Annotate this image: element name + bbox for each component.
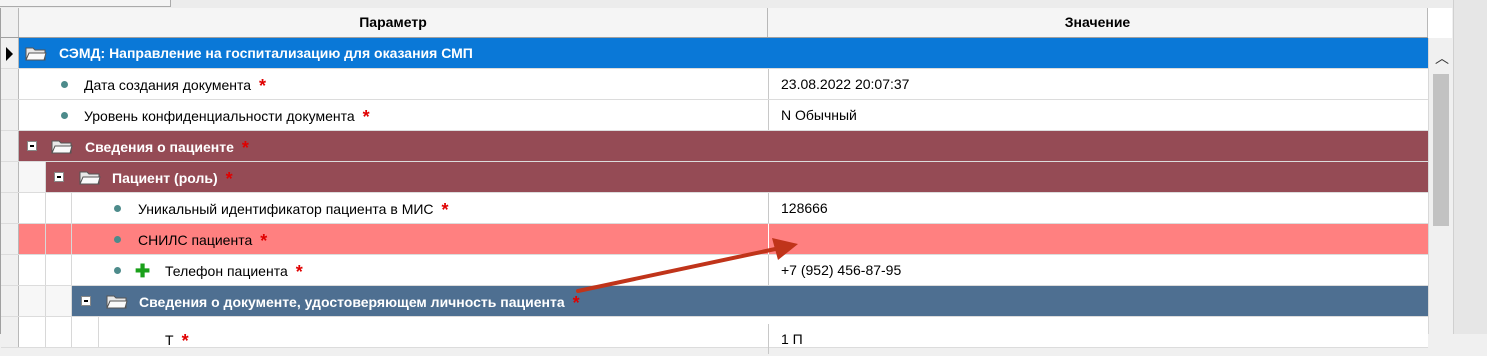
annotation-arrow bbox=[576, 238, 798, 293]
required-mark: * bbox=[181, 331, 189, 351]
row-label: Т bbox=[165, 332, 174, 348]
